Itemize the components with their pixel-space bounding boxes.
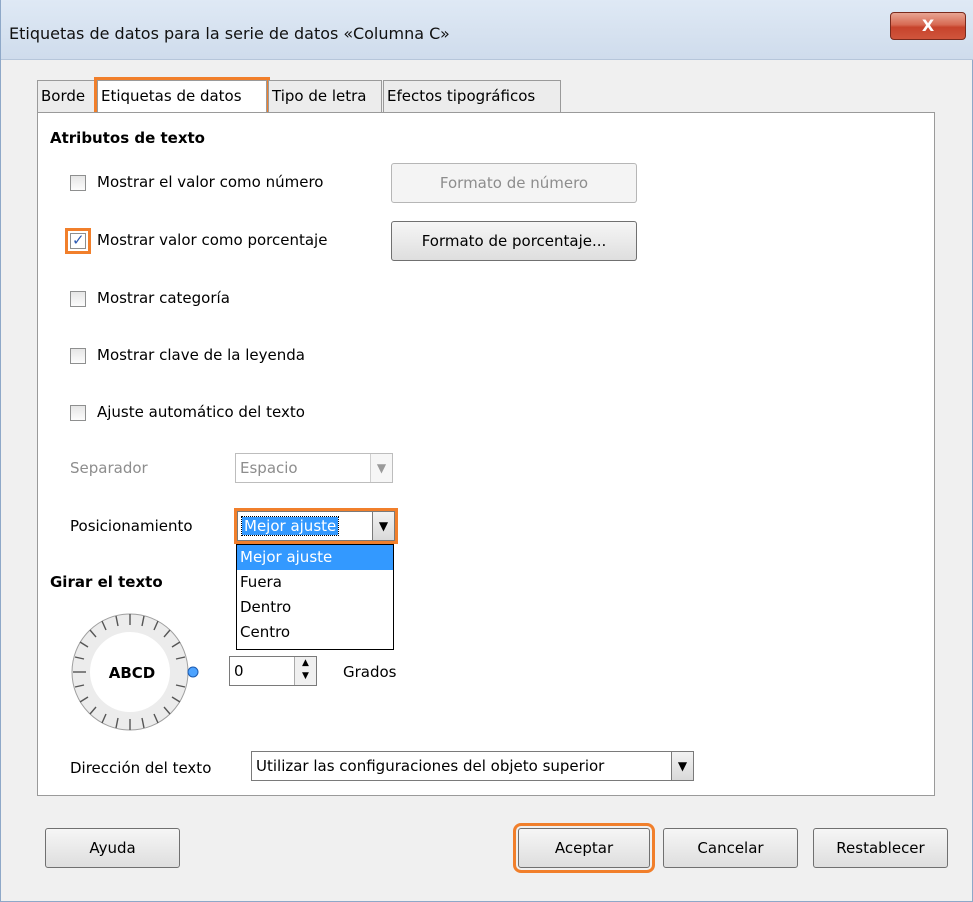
- placement-dropdown-list: Mejor ajuste Fuera Dentro Centro: [236, 544, 394, 650]
- show-legend-key-label: Mostrar clave de la leyenda: [97, 346, 305, 364]
- separator-label: Separador: [70, 459, 148, 477]
- auto-wrap-label: Ajuste automático del texto: [97, 403, 305, 421]
- separator-value: Espacio: [240, 459, 298, 477]
- degrees-value: 0: [234, 662, 244, 680]
- placement-combo[interactable]: Mejor ajuste ▼: [234, 508, 398, 544]
- dial-text: ABCD: [109, 664, 156, 682]
- show-category-label: Mostrar categoría: [97, 289, 230, 307]
- cancel-button[interactable]: Cancelar: [663, 828, 798, 868]
- title-bar: Etiquetas de datos para la serie de dato…: [1, 0, 973, 60]
- checkmark-icon: ✓: [72, 231, 85, 249]
- dialog-window: Etiquetas de datos para la serie de dato…: [0, 0, 973, 902]
- placement-option[interactable]: Dentro: [237, 595, 393, 620]
- text-direction-label: Dirección del texto: [70, 759, 212, 777]
- percent-format-button[interactable]: Formato de porcentaje...: [391, 221, 637, 261]
- tab-borde[interactable]: Borde: [37, 80, 97, 112]
- show-value-percent-label: Mostrar valor como porcentaje: [97, 231, 328, 249]
- placement-option[interactable]: Mejor ajuste: [237, 545, 393, 570]
- degrees-spinbox[interactable]: 0 ▲ ▼: [229, 656, 317, 686]
- dial-handle[interactable]: [187, 666, 199, 678]
- tab-panel: Atributos de texto Mostrar el valor como…: [37, 112, 935, 796]
- ok-button[interactable]: Aceptar: [513, 823, 655, 873]
- help-button[interactable]: Ayuda: [45, 828, 180, 868]
- text-direction-value: Utilizar las configuraciones del objeto …: [256, 757, 605, 775]
- separator-combo[interactable]: Espacio ▼: [235, 453, 393, 483]
- text-direction-combo[interactable]: Utilizar las configuraciones del objeto …: [251, 751, 694, 781]
- show-category-checkbox[interactable]: [70, 291, 86, 307]
- spin-arrows-icon[interactable]: ▲ ▼: [294, 657, 316, 685]
- section-title-rotate: Girar el texto: [50, 573, 163, 591]
- chevron-down-icon[interactable]: ▼: [671, 752, 693, 780]
- auto-wrap-checkbox[interactable]: [70, 405, 86, 421]
- placement-option[interactable]: Fuera: [237, 570, 393, 595]
- show-legend-key-checkbox[interactable]: [70, 348, 86, 364]
- placement-value: Mejor ajuste: [240, 516, 340, 536]
- tab-efectos-tipograficos[interactable]: Efectos tipográficos: [383, 80, 561, 112]
- chevron-down-icon[interactable]: ▼: [372, 512, 394, 540]
- placement-label: Posicionamiento: [70, 517, 193, 535]
- rotation-dial[interactable]: ABCD: [60, 601, 220, 743]
- section-title-text-attributes: Atributos de texto: [50, 129, 205, 147]
- tab-etiquetas-de-datos[interactable]: Etiquetas de datos: [94, 77, 270, 117]
- reset-button[interactable]: Restablecer: [813, 828, 948, 868]
- number-format-button[interactable]: Formato de número: [391, 163, 637, 203]
- chevron-down-icon: ▼: [370, 454, 392, 482]
- show-value-number-label: Mostrar el valor como número: [97, 173, 324, 191]
- dialog-title: Etiquetas de datos para la serie de dato…: [9, 24, 450, 43]
- degrees-label: Grados: [343, 663, 397, 681]
- show-value-percent-checkbox[interactable]: ✓: [65, 228, 91, 254]
- close-button[interactable]: X: [890, 12, 966, 40]
- placement-option[interactable]: Centro: [237, 620, 393, 645]
- show-value-number-checkbox[interactable]: [70, 175, 86, 191]
- tab-tipo-de-letra[interactable]: Tipo de letra: [268, 80, 382, 112]
